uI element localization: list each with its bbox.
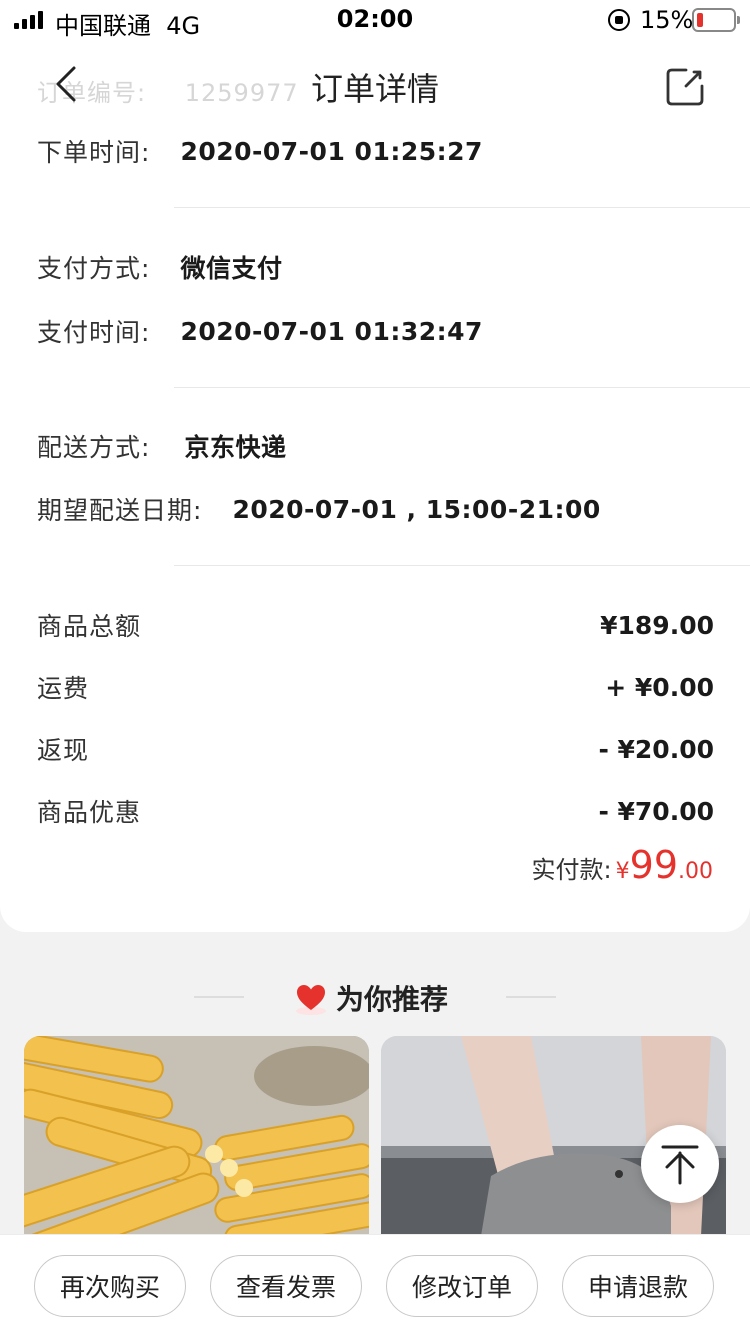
amount-row: 商品优惠 - ¥70.00: [37, 793, 714, 829]
amount-value: ¥189.00: [600, 610, 714, 640]
order-time-value: 2020-07-01 01:25:27: [180, 136, 483, 166]
recommend-title: 为你推荐: [336, 983, 449, 1016]
amount-value: - ¥20.00: [598, 734, 714, 764]
total-currency: ¥: [615, 859, 630, 884]
rotation-lock-icon: [608, 9, 630, 31]
buy-again-button[interactable]: 再次购买: [34, 1255, 186, 1317]
view-invoice-button[interactable]: 查看发票: [210, 1255, 362, 1317]
order-detail-card: 下单时间: 2020-07-01 01:25:27 支付方式: 微信支付 支付时…: [0, 40, 750, 932]
amount-row: 商品总额 ¥189.00: [37, 607, 714, 643]
divider: [194, 996, 244, 998]
amount-label: 返现: [37, 736, 90, 765]
order-time-label: 下单时间:: [37, 138, 151, 167]
clock: 02:00: [336, 5, 414, 33]
amount-label: 商品优惠: [37, 798, 142, 827]
amount-label: 运费: [37, 674, 90, 703]
back-to-top-button[interactable]: [641, 1125, 719, 1203]
heart-icon: [296, 985, 326, 1015]
pay-method-row: 支付方式: 微信支付: [37, 249, 282, 285]
product-card[interactable]: [24, 1036, 369, 1236]
amount-row: 返现 - ¥20.00: [37, 731, 714, 767]
modify-order-button[interactable]: 修改订单: [386, 1255, 538, 1317]
pay-time-label: 支付时间:: [37, 318, 151, 347]
divider: [174, 387, 750, 388]
delivery-label: 配送方式:: [37, 433, 151, 462]
pay-time-row: 支付时间: 2020-07-01 01:32:47: [37, 313, 483, 349]
total-integer: 99: [629, 843, 678, 887]
amount-value: - ¥70.00: [598, 796, 714, 826]
share-icon: [666, 68, 704, 106]
amount-value: + ¥0.00: [605, 672, 714, 702]
refund-button[interactable]: 申请退款: [562, 1255, 714, 1317]
order-time-row: 下单时间: 2020-07-01 01:25:27: [37, 133, 483, 169]
pay-method-value: 微信支付: [180, 254, 283, 283]
bottom-action-bar: 再次购买 查看发票 修改订单 申请退款: [0, 1234, 750, 1334]
divider: [174, 207, 750, 208]
battery-icon: [692, 8, 740, 32]
expect-date-value: 2020-07-01 , 15:00-21:00: [232, 494, 601, 524]
delivery-row: 配送方式: 京东快递: [37, 428, 286, 464]
egg-roll-product-image: [24, 1036, 369, 1236]
expect-date-label: 期望配送日期:: [37, 496, 203, 525]
total-label: 实付款:: [531, 856, 612, 884]
battery-percent: 15%: [640, 6, 694, 34]
page-title: 订单详情: [310, 70, 439, 108]
divider: [174, 565, 750, 566]
pay-time-value: 2020-07-01 01:32:47: [180, 316, 483, 346]
expect-date-row: 期望配送日期: 2020-07-01 , 15:00-21:00: [37, 491, 601, 527]
status-bar: 中国联通 4G 02:00 15%: [0, 0, 750, 40]
nav-bar: 订单编号: 1259977 订单详情: [0, 40, 750, 130]
amount-row: 运费 + ¥0.00: [37, 669, 714, 705]
delivery-value: 京东快递: [184, 433, 287, 462]
recommend-header: 为你推荐: [0, 968, 750, 1028]
total-paid: 实付款: ¥ 99 .00: [532, 843, 713, 887]
share-button[interactable]: [664, 64, 708, 108]
pay-method-label: 支付方式:: [37, 254, 151, 283]
amount-label: 商品总额: [37, 612, 142, 641]
arrow-up-icon: [661, 1145, 699, 1185]
divider: [506, 996, 556, 998]
total-decimal: .00: [678, 859, 713, 884]
